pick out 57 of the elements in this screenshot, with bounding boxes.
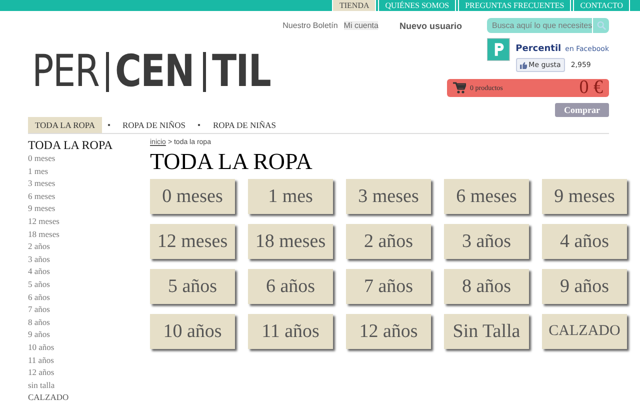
cart-icon bbox=[453, 82, 466, 94]
category-button[interactable]: 12 años bbox=[346, 314, 431, 349]
sidebar-item[interactable]: 0 meses bbox=[28, 152, 150, 165]
category-button[interactable]: 2 años bbox=[346, 224, 431, 259]
sidebar-item[interactable]: 12 años bbox=[28, 366, 150, 379]
category-button[interactable]: CALZADO bbox=[542, 314, 627, 349]
sidebar-item[interactable]: 9 meses bbox=[28, 202, 150, 215]
category-button[interactable]: 1 mes bbox=[248, 179, 333, 214]
sidebar-item[interactable]: 18 meses bbox=[28, 228, 150, 240]
category-button[interactable]: 18 meses bbox=[248, 224, 333, 259]
category-button[interactable]: 6 meses bbox=[444, 179, 529, 214]
sidebar-item[interactable]: 7 años bbox=[28, 303, 150, 316]
sidebar-item[interactable]: 8 años bbox=[28, 316, 150, 328]
nav-tab[interactable]: TODA LA ROPA bbox=[28, 117, 102, 133]
nav-tab[interactable]: ROPA DE NIÑOS bbox=[116, 117, 192, 133]
category-button[interactable]: 8 años bbox=[444, 269, 529, 304]
category-button[interactable]: 11 años bbox=[248, 314, 333, 349]
category-button[interactable]: 9 meses bbox=[542, 179, 627, 214]
sidebar-item[interactable]: CALZADO bbox=[28, 391, 150, 404]
category-button[interactable]: 7 años bbox=[346, 269, 431, 304]
facebook-page-link[interactable]: Percentil bbox=[516, 44, 562, 54]
newsletter-link[interactable]: Nuestro Boletín bbox=[282, 21, 338, 30]
category-button[interactable]: 5 años bbox=[150, 269, 235, 304]
page-title: TODA LA ROPA bbox=[150, 149, 314, 175]
page-logo-icon[interactable] bbox=[487, 38, 510, 61]
category-button[interactable]: 4 años bbox=[542, 224, 627, 259]
sidebar-item[interactable]: 9 años bbox=[28, 328, 150, 341]
sidebar-title[interactable]: TODA LA ROPA bbox=[28, 139, 150, 152]
sidebar-item[interactable]: 5 años bbox=[28, 278, 150, 291]
sidebar-item[interactable]: 6 años bbox=[28, 290, 150, 304]
new-user-link[interactable]: Nuevo usuario bbox=[399, 20, 462, 30]
category-button[interactable]: 9 años bbox=[542, 269, 627, 304]
buy-button[interactable]: Comprar bbox=[555, 103, 609, 117]
account-link[interactable]: Mi cuenta bbox=[344, 21, 378, 30]
search-field[interactable]: Busca aquí lo que necesites bbox=[487, 18, 609, 33]
sidebar-item[interactable]: 12 meses bbox=[28, 214, 150, 228]
sidebar-item[interactable]: 4 años bbox=[28, 265, 150, 278]
category-button[interactable]: 3 años bbox=[444, 224, 529, 259]
sidebar-item[interactable]: 11 años bbox=[28, 354, 150, 366]
category-button[interactable]: Sin Talla bbox=[444, 314, 529, 349]
sidebar-item[interactable]: sin talla bbox=[28, 378, 150, 392]
category-button[interactable]: 12 meses bbox=[150, 224, 235, 259]
sidebar-item[interactable]: 2 años bbox=[28, 240, 150, 253]
thumbs-up-icon bbox=[520, 62, 527, 68]
category-button[interactable]: 10 años bbox=[150, 314, 235, 349]
sidebar-item[interactable]: 3 meses bbox=[28, 177, 150, 190]
category-button[interactable]: 6 años bbox=[248, 269, 333, 304]
nav-tab[interactable]: ROPA DE NIÑAS bbox=[206, 117, 283, 133]
category-button[interactable]: 3 meses bbox=[346, 179, 431, 214]
sidebar-item[interactable]: 10 años bbox=[28, 340, 150, 354]
sidebar-item[interactable]: 3 años bbox=[28, 252, 150, 266]
category-button[interactable]: 0 meses bbox=[150, 179, 235, 214]
sidebar-item[interactable]: 1 mes bbox=[28, 164, 150, 178]
top-tab[interactable]: TIENDA bbox=[332, 0, 376, 11]
cart-total: 0 € bbox=[579, 79, 603, 97]
logo[interactable]: PER CEN TIL bbox=[0, 11, 270, 97]
sidebar-item[interactable]: 6 meses bbox=[28, 190, 150, 202]
